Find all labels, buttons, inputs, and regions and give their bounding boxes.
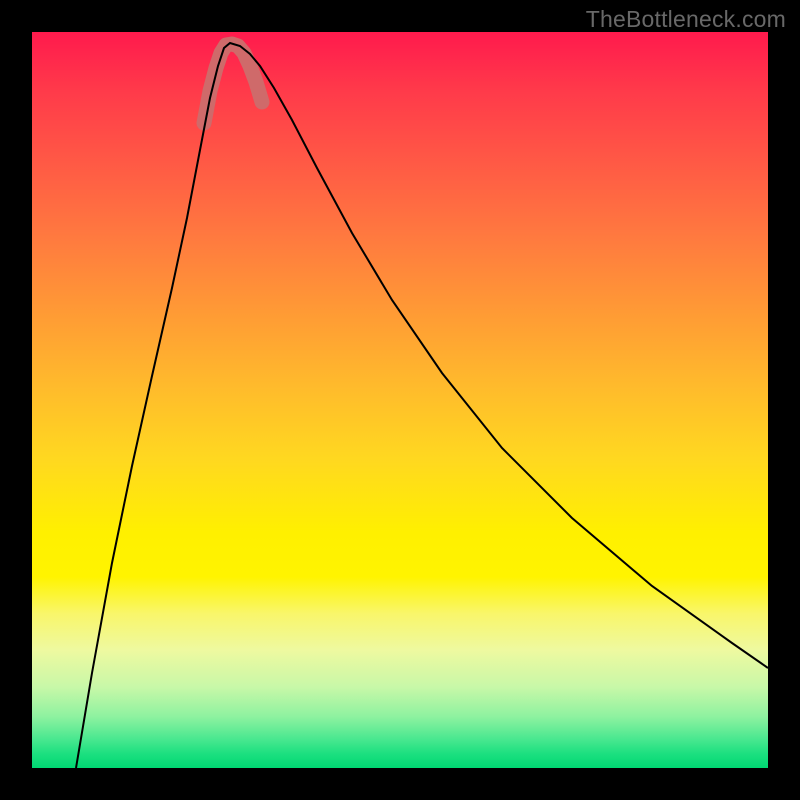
plot-area xyxy=(32,32,768,768)
watermark-text: TheBottleneck.com xyxy=(586,6,786,33)
curve-svg xyxy=(32,32,768,768)
bottleneck-curve xyxy=(76,43,768,768)
chart-frame: TheBottleneck.com xyxy=(0,0,800,800)
